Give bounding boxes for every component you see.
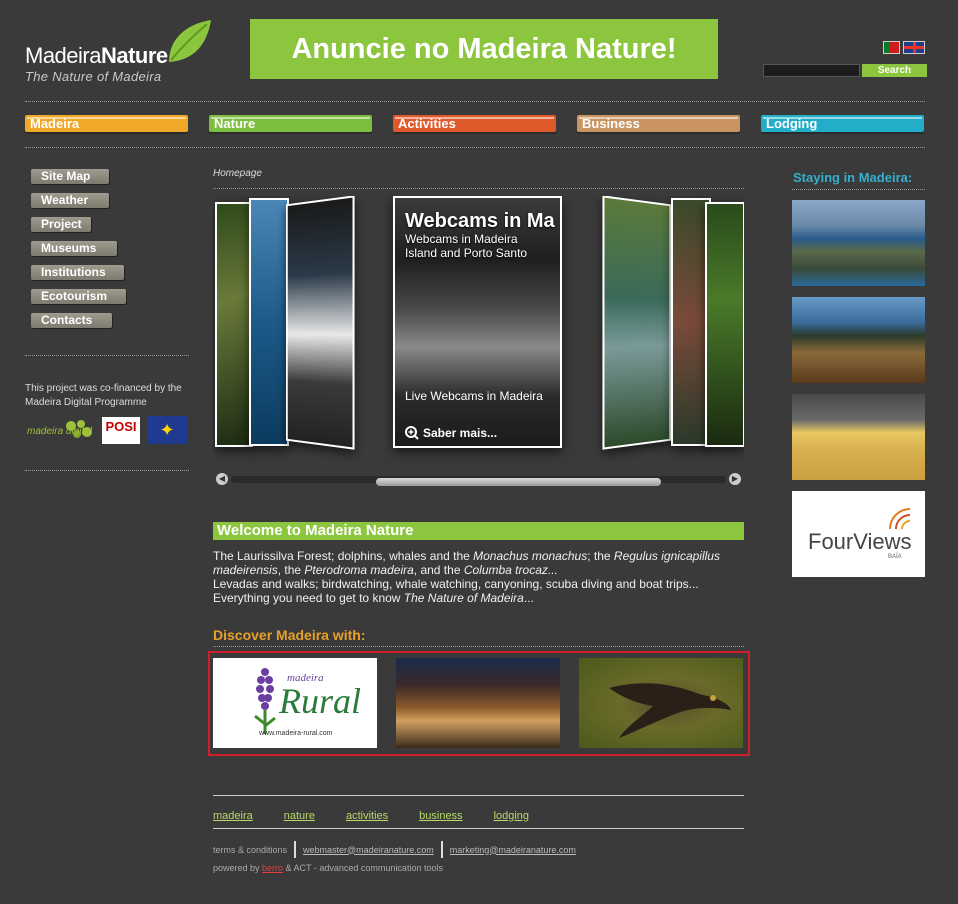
- posi-logo[interactable]: POSI: [102, 416, 140, 444]
- nav-business[interactable]: Business: [577, 115, 740, 132]
- left-nav-contacts[interactable]: Contacts: [31, 313, 112, 328]
- madeira-rural-link[interactable]: madeira Rural www.madeira-rural.com: [213, 658, 377, 748]
- carousel-scrollbar[interactable]: ◀ ▶: [213, 473, 744, 486]
- language-switcher: [883, 41, 925, 54]
- slide-title: Webcams in Ma: [405, 210, 555, 232]
- left-nav-weather[interactable]: Weather: [31, 193, 109, 208]
- lodging-ad-terrace[interactable]: [792, 297, 925, 383]
- divider: [792, 189, 925, 190]
- footer-link-madeira[interactable]: madeira: [213, 810, 253, 822]
- footer-link-activities[interactable]: activities: [346, 810, 388, 822]
- slide-caption: Live Webcams in Madeira: [405, 389, 543, 403]
- marketing-email[interactable]: marketing@madeiranature.com: [450, 845, 576, 855]
- divider: [213, 188, 744, 189]
- left-nav-site-map[interactable]: Site Map: [31, 169, 109, 184]
- bird-icon: [609, 683, 731, 738]
- portuguese-flag-icon[interactable]: [883, 41, 900, 54]
- sponsor-logos: madeira digital POSI ✦: [27, 416, 187, 444]
- left-nav-museums[interactable]: Museums: [31, 241, 117, 256]
- left-nav: Site Map Weather Project Museums Institu…: [31, 169, 126, 337]
- discover-partners: madeira Rural www.madeira-rural.com: [208, 651, 750, 756]
- divider: [213, 646, 744, 647]
- divider: [25, 355, 189, 356]
- terms-link[interactable]: terms & conditions: [213, 845, 287, 855]
- slide-more-link[interactable]: Saber mais...: [405, 426, 497, 440]
- wildlife-partner-link[interactable]: [579, 658, 743, 748]
- divider: [25, 101, 925, 102]
- footer-link-nature[interactable]: nature: [284, 810, 315, 822]
- cofinance-note: This project was co-financed by the Made…: [25, 383, 182, 408]
- divider: [25, 470, 189, 471]
- scroll-track[interactable]: [231, 476, 726, 486]
- eu-flag-icon[interactable]: ✦: [147, 416, 187, 444]
- search-input[interactable]: [763, 64, 860, 77]
- footer-meta: terms & conditions webmaster@madeiranatu…: [213, 841, 576, 858]
- divider: [213, 828, 744, 829]
- left-nav-project[interactable]: Project: [31, 217, 91, 232]
- lodging-ad-coast[interactable]: [792, 200, 925, 286]
- logo-text: MadeiraNature: [25, 43, 168, 68]
- advertise-banner[interactable]: Anuncie no Madeira Nature!: [250, 19, 718, 79]
- divider: [213, 795, 744, 796]
- discover-title: Discover Madeira with:: [213, 627, 366, 643]
- english-flag-icon[interactable]: [903, 41, 925, 54]
- slide-subtitle-2: Island and Porto Santo: [405, 246, 528, 260]
- site-logo[interactable]: MadeiraNature The Nature of Madeira: [25, 20, 215, 90]
- nav-madeira[interactable]: Madeira: [25, 115, 188, 132]
- separator: [440, 841, 443, 858]
- fourviews-logo[interactable]: FourViews BAÍA: [792, 491, 925, 577]
- search-button[interactable]: Search: [862, 64, 927, 77]
- logo-tagline: The Nature of Madeira: [25, 69, 162, 84]
- fourviews-arc-icon: [889, 508, 911, 530]
- welcome-text: The Laurissilva Forest; dolphins, whales…: [213, 549, 720, 605]
- slide-subtitle-1: Webcams in Madeira: [405, 232, 518, 246]
- footer-link-lodging[interactable]: lodging: [494, 810, 529, 822]
- nav-lodging[interactable]: Lodging: [761, 115, 924, 132]
- webmaster-email[interactable]: webmaster@madeiranature.com: [303, 845, 434, 855]
- powered-by: powered by berro & ACT - advanced commun…: [213, 863, 443, 873]
- scroll-thumb[interactable]: [376, 478, 661, 486]
- carousel-slide-plants[interactable]: [705, 202, 744, 447]
- main-nav: Madeira Nature Activities Business Lodgi…: [25, 115, 925, 132]
- carousel-slide-boat[interactable]: [285, 196, 355, 450]
- carousel-slide-webcams[interactable]: Webcams in Ma Webcams in Madeira Island …: [393, 196, 562, 448]
- left-nav-institutions[interactable]: Institutions: [31, 265, 124, 280]
- carousel-slide-canyoning[interactable]: [602, 196, 672, 450]
- separator: [294, 841, 297, 858]
- staying-title: Staying in Madeira:: [793, 170, 913, 185]
- footer-link-business[interactable]: business: [419, 810, 462, 822]
- breadcrumb[interactable]: Homepage: [213, 168, 262, 179]
- fourviews-text: FourViews: [808, 529, 912, 554]
- left-nav-ecotourism[interactable]: Ecotourism: [31, 289, 126, 304]
- carousel-slide-diving[interactable]: [249, 198, 289, 446]
- nav-activities[interactable]: Activities: [393, 115, 556, 132]
- zoom-plus-icon: [405, 426, 419, 440]
- footer-links: madeira nature activities business lodgi…: [213, 810, 560, 822]
- scroll-left-icon[interactable]: ◀: [216, 473, 228, 485]
- nav-nature[interactable]: Nature: [209, 115, 372, 132]
- hotel-partner-link[interactable]: [396, 658, 560, 748]
- leaf-icon: [169, 20, 211, 62]
- scroll-right-icon[interactable]: ▶: [729, 473, 741, 485]
- welcome-title: Welcome to Madeira Nature: [213, 522, 744, 540]
- berro-link[interactable]: berro: [262, 863, 283, 873]
- divider: [25, 147, 925, 148]
- feature-carousel[interactable]: Webcams in Ma Webcams in Madeira Island …: [213, 196, 744, 486]
- madeira-digital-logo[interactable]: madeira digital: [27, 418, 95, 442]
- carousel-slide-forest[interactable]: [215, 202, 253, 447]
- lodging-ad-bedroom[interactable]: [792, 394, 925, 480]
